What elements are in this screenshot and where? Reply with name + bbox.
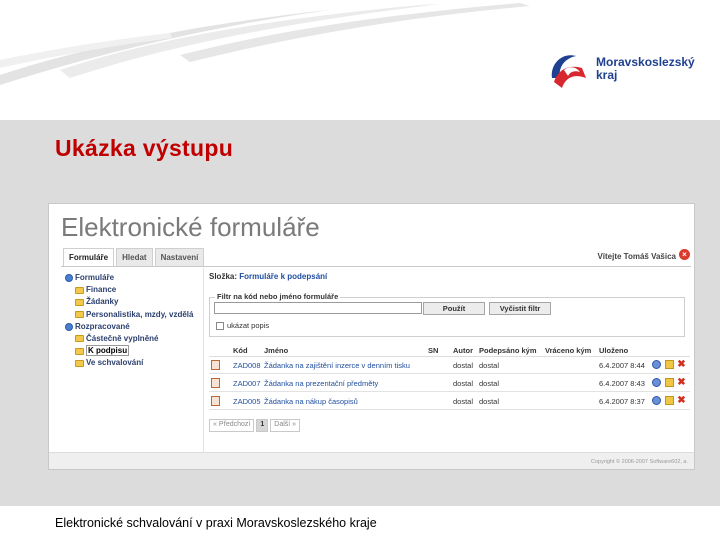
page-number[interactable]: 1 xyxy=(256,419,269,432)
column-header-author[interactable]: Autor xyxy=(453,346,473,355)
folder-open-icon[interactable] xyxy=(665,378,674,387)
tree-item-personnel[interactable]: Personalistika, mzdy, vzdělá xyxy=(65,309,203,321)
document-icon xyxy=(211,378,220,388)
info-icon[interactable] xyxy=(652,378,661,387)
row-saved: 6.4.2007 8:37 xyxy=(599,397,645,406)
tree-item-label: Ve schvalování xyxy=(86,358,144,368)
row-code[interactable]: ZAD008 xyxy=(233,361,261,370)
row-code[interactable]: ZAD005 xyxy=(233,397,261,406)
table-row[interactable]: ZAD008 Žádanka na zajištění inzerce v de… xyxy=(209,357,690,374)
folder-icon xyxy=(75,286,84,294)
globe-icon xyxy=(65,322,73,331)
tree-item-label: K podpisu xyxy=(86,345,130,357)
tab-search[interactable]: Hledat xyxy=(116,248,153,266)
document-icon xyxy=(211,360,220,370)
welcome-text: Vítejte Tomáš Vašica xyxy=(597,252,676,261)
tree-item-label: Finance xyxy=(86,285,117,295)
column-header-name[interactable]: Jméno xyxy=(264,346,288,355)
row-name[interactable]: Žádanka na prezentační předměty xyxy=(264,379,378,388)
tree-item-requests[interactable]: Žádanky xyxy=(65,296,203,308)
tree-item-to-sign[interactable]: K podpisu xyxy=(65,345,203,357)
tree-item-label: Žádanky xyxy=(86,297,119,307)
row-author: dostal xyxy=(453,379,474,388)
tab-settings[interactable]: Nastavení xyxy=(154,248,205,266)
row-signed-by: dostal xyxy=(479,397,500,406)
filter-legend: Filtr na kód nebo jméno formuláře xyxy=(215,292,341,301)
row-code[interactable]: ZAD007 xyxy=(233,379,261,388)
tree-item-label: Personalistika, mzdy, vzdělá xyxy=(86,309,194,319)
filter-input[interactable] xyxy=(214,302,422,314)
current-folder: Složka: Formuláře k podepsání xyxy=(209,272,327,281)
folder-icon xyxy=(75,347,84,355)
show-description-label: ukázat popis xyxy=(227,321,270,330)
app-screenshot: Elektronické formuláře Formuláře Hledat … xyxy=(48,203,695,470)
folder-icon xyxy=(75,335,84,343)
tree-divider xyxy=(203,268,204,468)
tree-item-label: Formuláře xyxy=(75,273,115,282)
column-header-saved[interactable]: Uloženo xyxy=(599,346,628,355)
folder-open-icon[interactable] xyxy=(665,396,674,405)
slide-header: Moravskoslezský kraj xyxy=(0,0,720,120)
logout-close-icon[interactable]: × xyxy=(679,249,690,260)
folder-open-icon[interactable] xyxy=(665,360,674,369)
tab-forms[interactable]: Formuláře xyxy=(63,248,115,266)
table-row[interactable]: ZAD005 Žádanka na nákup časopisů dostal … xyxy=(209,393,690,410)
tree-item-label: Částečně vyplněné xyxy=(86,333,159,343)
column-header-returned-by[interactable]: Vráceno kým xyxy=(545,346,591,355)
next-page-button[interactable]: Další » xyxy=(270,419,301,432)
tab-divider xyxy=(61,266,691,267)
row-name[interactable]: Žádanka na zajištění inzerce v denním ti… xyxy=(264,361,410,370)
copyright-text: Copyright © 2006-2007 Software602, a. xyxy=(590,459,688,465)
row-name[interactable]: Žádanka na nákup časopisů xyxy=(264,397,358,406)
clear-filter-button[interactable]: Vyčistit filtr xyxy=(489,302,551,315)
info-icon[interactable] xyxy=(652,396,661,405)
folder-name: Formuláře k podepsání xyxy=(239,272,328,281)
row-author: dostal xyxy=(453,397,474,406)
globe-icon xyxy=(65,273,73,282)
prev-page-button[interactable]: « Předchozí xyxy=(209,419,255,432)
folder-tree: Formuláře Finance Žádanky Personalistika… xyxy=(65,272,203,370)
folder-icon xyxy=(75,310,84,318)
row-author: dostal xyxy=(453,361,474,370)
footer-text: Elektronické schvalování v praxi Moravsk… xyxy=(55,516,377,530)
column-header-signed-by[interactable]: Podepsáno kým xyxy=(479,346,537,355)
delete-icon[interactable]: ✖ xyxy=(677,360,686,370)
apply-filter-button[interactable]: Použít xyxy=(423,302,485,315)
tab-bar: Formuláře Hledat Nastavení xyxy=(63,248,206,266)
table-row[interactable]: ZAD007 Žádanka na prezentační předměty d… xyxy=(209,375,690,392)
folder-icon xyxy=(75,359,84,367)
tree-item-in-approval[interactable]: Ve schvalování xyxy=(65,357,203,369)
logo-text-line2: kraj xyxy=(596,68,618,82)
slide-title: Ukázka výstupu xyxy=(55,135,234,161)
tree-item-in-progress[interactable]: Rozpracované xyxy=(65,321,203,333)
folder-label: Složka: xyxy=(209,272,238,281)
delete-icon[interactable]: ✖ xyxy=(677,396,686,406)
region-emblem-icon xyxy=(551,55,586,88)
app-title: Elektronické formuláře xyxy=(61,212,320,242)
pagination: « Předchozí 1 Další » xyxy=(209,419,302,432)
row-signed-by: dostal xyxy=(479,379,500,388)
delete-icon[interactable]: ✖ xyxy=(677,378,686,388)
tree-item-forms[interactable]: Formuláře xyxy=(65,272,203,284)
document-icon xyxy=(211,396,220,406)
decorative-swoosh xyxy=(0,3,530,85)
tree-item-partially-filled[interactable]: Částečně vyplněné xyxy=(65,333,203,345)
row-saved: 6.4.2007 8:43 xyxy=(599,379,645,388)
show-description-checkbox[interactable] xyxy=(216,322,224,330)
forms-table-header: Kód Jméno SN Autor Podepsáno kým Vráceno… xyxy=(209,345,690,357)
row-saved: 6.4.2007 8:44 xyxy=(599,361,645,370)
column-header-code[interactable]: Kód xyxy=(233,346,248,355)
row-signed-by: dostal xyxy=(479,361,500,370)
tree-item-label: Rozpracované xyxy=(75,321,130,331)
column-header-sn[interactable]: SN xyxy=(428,346,438,355)
tree-item-finance[interactable]: Finance xyxy=(65,284,203,296)
region-logo: Moravskoslezský kraj xyxy=(546,48,696,94)
folder-icon xyxy=(75,298,84,306)
info-icon[interactable] xyxy=(652,360,661,369)
